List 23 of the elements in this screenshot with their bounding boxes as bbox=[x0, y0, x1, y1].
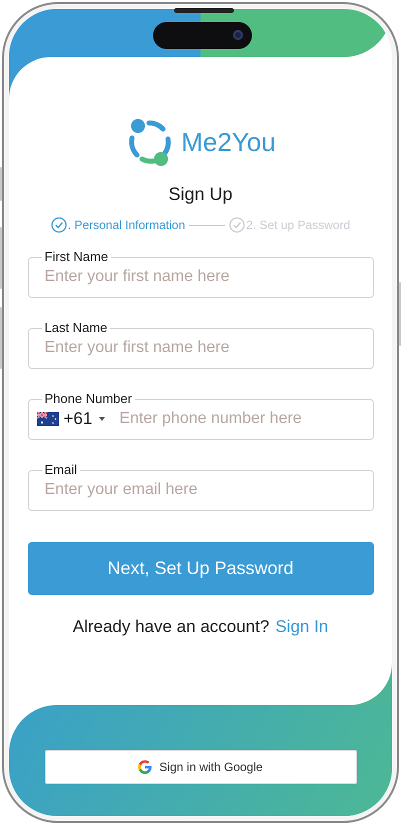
field-label: Phone Number bbox=[44, 392, 133, 406]
field-input[interactable]: Enter your first name here bbox=[44, 339, 358, 357]
speaker-grille bbox=[174, 8, 234, 13]
input-field[interactable]: Last Name Enter your first name here bbox=[28, 321, 374, 369]
caret-icon bbox=[99, 417, 106, 421]
input-field[interactable]: First Name Enter your first name here bbox=[28, 250, 374, 298]
field-input[interactable]: Enter phone number here bbox=[119, 410, 358, 428]
field-label: Email bbox=[44, 463, 78, 477]
country-code-select[interactable]: +61 bbox=[36, 409, 106, 429]
input-field[interactable]: Phone Number +61 Enter phone number here bbox=[28, 392, 374, 440]
australia-flag-icon bbox=[36, 412, 58, 426]
check-circle-icon bbox=[229, 217, 246, 233]
page-title: Sign Up bbox=[168, 184, 233, 205]
field-input[interactable]: Enter your first name here bbox=[44, 268, 358, 286]
logo-text: Me2You bbox=[181, 126, 276, 158]
signin-prompt-text: Already have an account? bbox=[72, 617, 270, 637]
google-g-icon bbox=[138, 760, 152, 774]
input-field[interactable]: Email Enter your email here bbox=[28, 463, 374, 511]
field-label: First Name bbox=[44, 250, 110, 264]
field-label: Last Name bbox=[44, 321, 108, 335]
google-sign-in-button[interactable]: Sign in with Google bbox=[44, 750, 356, 784]
field-input[interactable]: Enter your email here bbox=[44, 481, 358, 499]
check-circle-icon bbox=[50, 217, 67, 233]
